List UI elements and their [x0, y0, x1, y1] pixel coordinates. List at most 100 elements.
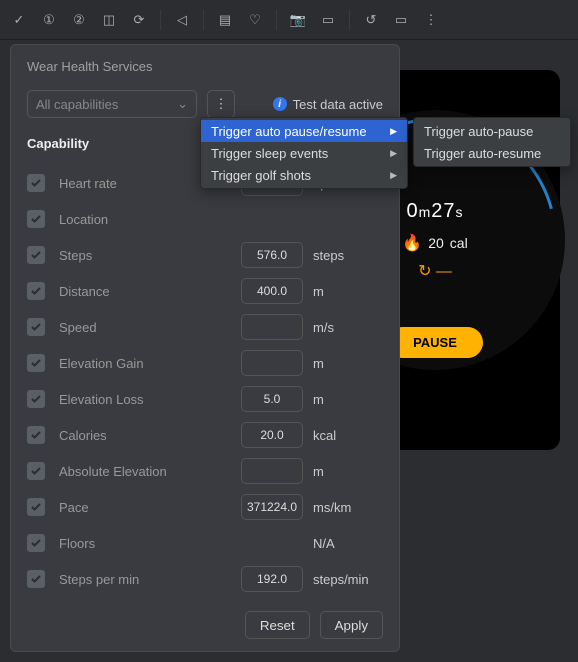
capability-unit: m — [313, 464, 383, 479]
capability-row: Distance m — [27, 273, 383, 309]
trigger-submenu[interactable]: Trigger auto-pause Trigger auto-resume — [413, 117, 571, 167]
capability-unit: m/s — [313, 320, 383, 335]
layers-icon[interactable]: ▤ — [216, 11, 234, 29]
capability-value-input[interactable] — [241, 458, 303, 484]
capability-value-input[interactable] — [241, 386, 303, 412]
capability-row: Floors N/A — [27, 525, 383, 561]
panel-buttons: Reset Apply — [27, 611, 383, 639]
capability-label: Calories — [59, 428, 241, 443]
submenu-arrow-icon: ▶ — [390, 126, 397, 137]
capability-unit: N/A — [313, 536, 383, 551]
watch-pause-button[interactable]: PAUSE — [387, 327, 483, 358]
capability-value-input[interactable] — [241, 314, 303, 340]
capability-row: Pace ms/km — [27, 489, 383, 525]
menu-item[interactable]: Trigger auto pause/resume ▶ — [201, 120, 407, 142]
capability-row: Steps steps — [27, 237, 383, 273]
capability-checkbox[interactable] — [27, 174, 45, 192]
toolbar: ✓ ① ② ◫ ⟳ ◁ ▤ ♡ 📷 ▭ ↺ ▭ ⋮ — [0, 0, 578, 40]
capability-row: Calories kcal — [27, 417, 383, 453]
panel-top-row: All capabilities ⌄ ⋮ i Test data active — [27, 90, 383, 118]
check-icon: ✓ — [10, 11, 28, 29]
menu-item[interactable]: Trigger auto-pause — [414, 120, 570, 142]
heart-icon[interactable]: ♡ — [246, 11, 264, 29]
capability-label: Elevation Loss — [59, 392, 241, 407]
capability-checkbox[interactable] — [27, 390, 45, 408]
capability-unit: kcal — [313, 428, 383, 443]
capability-unit: m — [313, 356, 383, 371]
trigger-menu[interactable]: Trigger auto pause/resume▶Trigger sleep … — [200, 117, 408, 189]
capability-label: Pace — [59, 500, 241, 515]
menu-item-label: Trigger auto-resume — [424, 146, 541, 161]
capability-checkbox[interactable] — [27, 354, 45, 372]
capability-checkbox[interactable] — [27, 282, 45, 300]
capability-label: Floors — [59, 536, 241, 551]
capability-value-input[interactable] — [241, 242, 303, 268]
chevron-down-icon: ⌄ — [177, 96, 188, 112]
capability-value-input[interactable] — [241, 278, 303, 304]
capability-row: Speed m/s — [27, 309, 383, 345]
separator — [203, 10, 204, 30]
capability-unit: m — [313, 284, 383, 299]
more-actions-button[interactable]: ⋮ — [207, 90, 235, 118]
capability-value-input[interactable] — [241, 422, 303, 448]
capability-unit: ms/km — [313, 500, 383, 515]
menu-item-label: Trigger auto pause/resume — [211, 124, 367, 139]
capability-value-input[interactable] — [241, 566, 303, 592]
capability-row: Steps per min steps/min — [27, 561, 383, 597]
chat-icon[interactable]: ▭ — [392, 11, 410, 29]
play-left-icon[interactable]: ◁ — [173, 11, 191, 29]
menu-item-label: Trigger golf shots — [211, 168, 311, 183]
capability-checkbox[interactable] — [27, 462, 45, 480]
capability-row: Location — [27, 201, 383, 237]
capability-label: Elevation Gain — [59, 356, 241, 371]
capability-label: Steps — [59, 248, 241, 263]
capability-label: Absolute Elevation — [59, 464, 241, 479]
capability-rows: Heart rate bpm Location Steps steps Dist… — [27, 165, 383, 597]
more-vert-icon: ⋮ — [215, 96, 228, 112]
capability-label: Distance — [59, 284, 241, 299]
separator — [349, 10, 350, 30]
status-line: i Test data active — [273, 97, 383, 112]
cube-icon[interactable]: ◫ — [100, 11, 118, 29]
more-vert-icon[interactable]: ⋮ — [422, 11, 440, 29]
menu-item[interactable]: Trigger auto-resume — [414, 142, 570, 164]
capability-checkbox[interactable] — [27, 498, 45, 516]
capability-label: Steps per min — [59, 572, 241, 587]
capability-checkbox[interactable] — [27, 246, 45, 264]
separator — [160, 10, 161, 30]
clock-2-icon[interactable]: ② — [70, 11, 88, 29]
capability-row: Elevation Loss m — [27, 381, 383, 417]
menu-item[interactable]: Trigger sleep events ▶ — [201, 142, 407, 164]
video-icon[interactable]: ▭ — [319, 11, 337, 29]
status-text: Test data active — [293, 97, 383, 112]
capability-row: Absolute Elevation m — [27, 453, 383, 489]
menu-item-label: Trigger auto-pause — [424, 124, 533, 139]
capability-checkbox[interactable] — [27, 570, 45, 588]
clock-1-icon[interactable]: ① — [40, 11, 58, 29]
capability-unit: m — [313, 392, 383, 407]
submenu-arrow-icon: ▶ — [390, 148, 397, 159]
capability-unit: steps — [313, 248, 383, 263]
panel-title: Wear Health Services — [27, 59, 383, 74]
capability-label: Speed — [59, 320, 241, 335]
capability-value-input[interactable] — [241, 494, 303, 520]
capability-checkbox[interactable] — [27, 318, 45, 336]
capability-value-input[interactable] — [241, 350, 303, 376]
submenu-arrow-icon: ▶ — [390, 170, 397, 181]
camera-icon[interactable]: 📷 — [289, 11, 307, 29]
capability-row: Elevation Gain m — [27, 345, 383, 381]
capability-checkbox[interactable] — [27, 210, 45, 228]
combo-label: All capabilities — [36, 97, 118, 112]
menu-item-label: Trigger sleep events — [211, 146, 328, 161]
refresh-icon[interactable]: ⟳ — [130, 11, 148, 29]
capability-checkbox[interactable] — [27, 426, 45, 444]
info-icon: i — [273, 97, 287, 111]
menu-item[interactable]: Trigger golf shots ▶ — [201, 164, 407, 186]
reset-button[interactable]: Reset — [245, 611, 310, 639]
capability-label: Location — [59, 212, 241, 227]
separator — [276, 10, 277, 30]
apply-button[interactable]: Apply — [320, 611, 383, 639]
capabilities-dropdown[interactable]: All capabilities ⌄ — [27, 90, 197, 118]
capability-checkbox[interactable] — [27, 534, 45, 552]
history-icon[interactable]: ↺ — [362, 11, 380, 29]
